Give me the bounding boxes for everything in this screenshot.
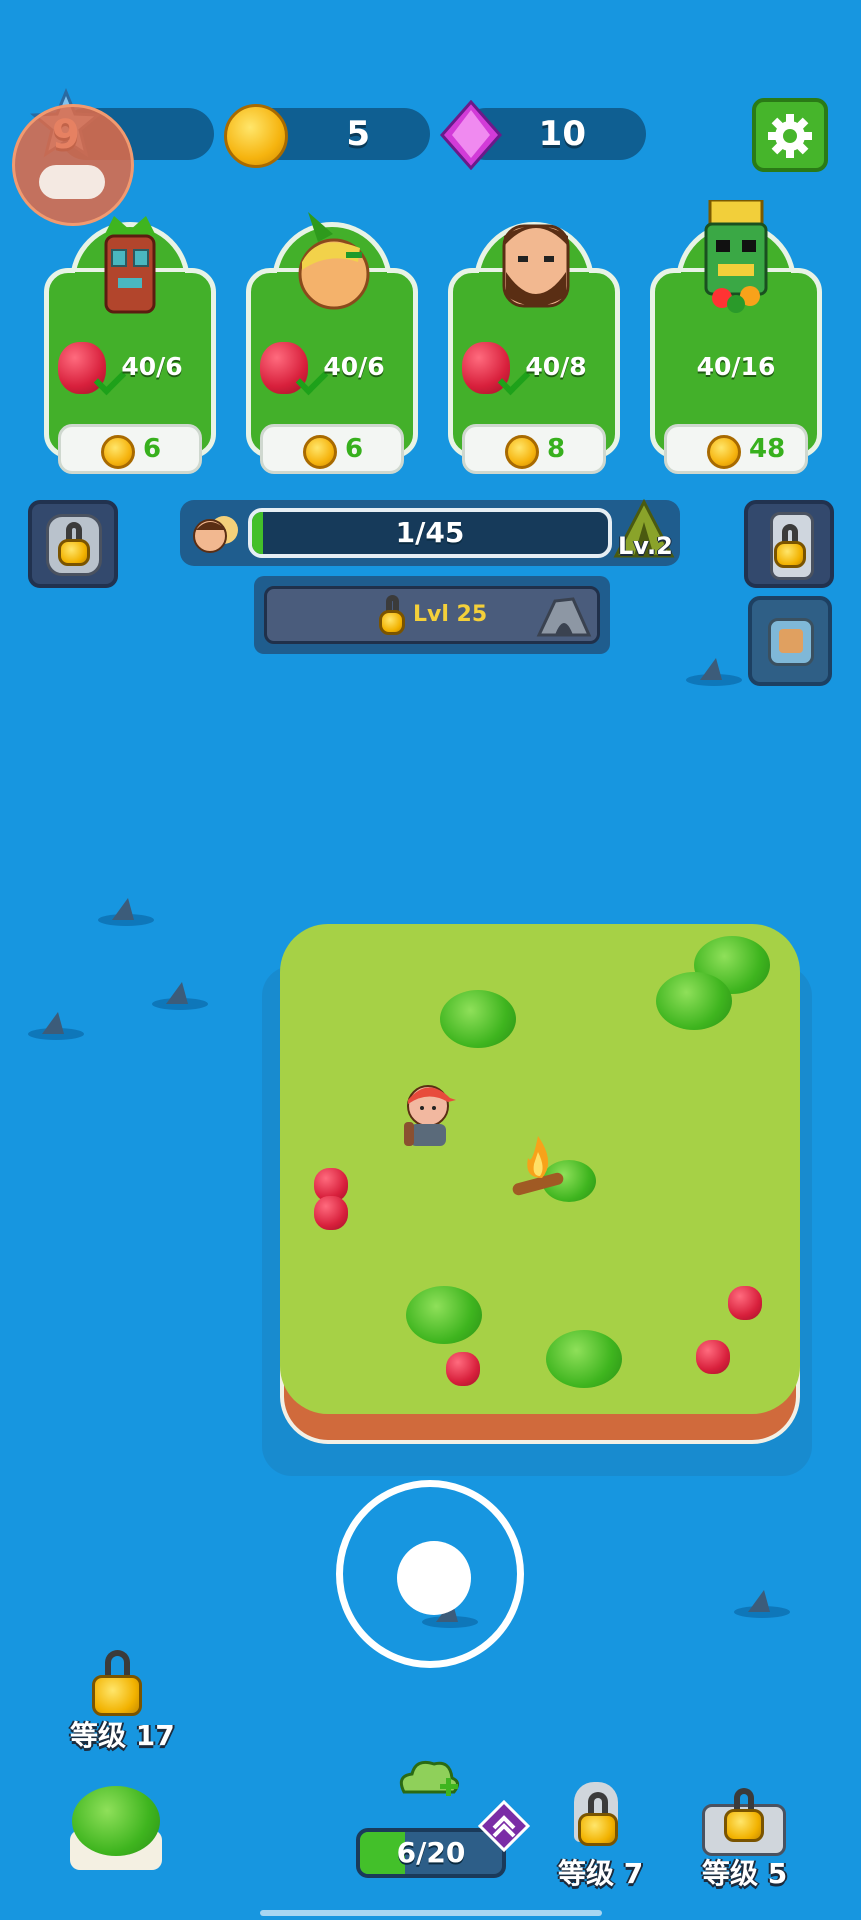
backpack-icon: [768, 618, 814, 666]
gem-value: 10: [538, 114, 586, 154]
coin-icon: [101, 435, 135, 469]
raspberry[interactable]: [446, 1352, 480, 1386]
raspberry-bush[interactable]: [656, 972, 732, 1030]
lock-icon: [92, 1650, 142, 1716]
gamepad-button[interactable]: [12, 104, 134, 226]
card-pineapple[interactable]: 40/6 6: [240, 212, 424, 480]
joystick-knob[interactable]: [397, 1541, 471, 1615]
upgrade-button[interactable]: [477, 1799, 531, 1853]
progress-text: 1/45: [395, 516, 465, 549]
tiki-mask-icon: [94, 216, 166, 316]
price-value: 6: [345, 434, 364, 464]
raspberry-bush[interactable]: [440, 990, 516, 1048]
raspberry[interactable]: [696, 1340, 730, 1374]
player-character: [398, 1076, 462, 1154]
lock-icon: [379, 595, 405, 635]
raspberry-bush[interactable]: [546, 1330, 622, 1388]
card-count: 40/8: [525, 352, 587, 381]
coin-icon: [303, 435, 337, 469]
locked-item-right[interactable]: [744, 500, 834, 588]
cave-icon: [535, 595, 593, 643]
lock-level-label: Lvl 25: [413, 602, 488, 627]
shark-fin: [734, 1590, 790, 1618]
mid-unlock-label: 等级 7: [558, 1857, 644, 1890]
card-count: 40/16: [696, 352, 776, 381]
lock-icon: [724, 1788, 764, 1842]
card-tiki[interactable]: 40/6 6: [38, 212, 222, 480]
right-unlock-label: 等级 5: [702, 1857, 788, 1890]
villagers-icon: [190, 508, 242, 558]
campfire-icon: [508, 1132, 572, 1198]
coin-icon: [707, 435, 741, 469]
card-count: 40/6: [323, 352, 385, 381]
coin-value: 5: [346, 114, 370, 154]
card-count: 40/6: [121, 352, 183, 381]
cloud-plus-icon[interactable]: [396, 1756, 464, 1802]
lock-icon: [58, 522, 90, 566]
raspberry[interactable]: [314, 1196, 348, 1230]
bush-icon: [72, 1786, 160, 1856]
lock-icon: [578, 1792, 618, 1846]
left-unlock-label: 等级 17: [70, 1719, 175, 1752]
joystick[interactable]: [336, 1480, 524, 1668]
locked-item-left[interactable]: [28, 500, 118, 588]
shark-fin: [152, 982, 208, 1010]
locked-build-right[interactable]: [698, 1784, 790, 1860]
bearded-man-icon: [498, 216, 574, 312]
gem-icon: [440, 99, 502, 171]
bush-build-button[interactable]: [70, 1782, 162, 1870]
price-value: 48: [749, 434, 786, 464]
price-value: 8: [547, 434, 566, 464]
card-totem[interactable]: 40/16 48: [644, 198, 828, 480]
totem-icon: [692, 198, 780, 320]
shark-fin: [686, 658, 742, 686]
shark-fin: [28, 1012, 84, 1040]
locked-feature-bar[interactable]: Lvl 25: [264, 586, 600, 644]
coin-icon: [224, 104, 288, 168]
raspberry[interactable]: [728, 1286, 762, 1320]
settings-button[interactable]: [752, 98, 828, 172]
pineapple-head-icon: [288, 212, 378, 312]
price-value: 6: [143, 434, 162, 464]
level-badge: Lv.2: [618, 532, 673, 560]
shark-fin: [98, 898, 154, 926]
coin-icon: [505, 435, 539, 469]
card-price[interactable]: 6: [260, 424, 404, 474]
card-price[interactable]: 6: [58, 424, 202, 474]
locked-build-mid[interactable]: [568, 1782, 628, 1858]
gear-icon: [766, 112, 814, 164]
card-price[interactable]: 48: [664, 424, 808, 474]
gamepad-icon: [39, 165, 105, 199]
card-bearded[interactable]: 40/8 8: [442, 212, 626, 480]
home-indicator: [260, 1910, 602, 1916]
lock-icon: [774, 524, 806, 568]
backpack-button[interactable]: [748, 596, 832, 686]
card-price[interactable]: 8: [462, 424, 606, 474]
raspberry-bush[interactable]: [406, 1286, 482, 1344]
